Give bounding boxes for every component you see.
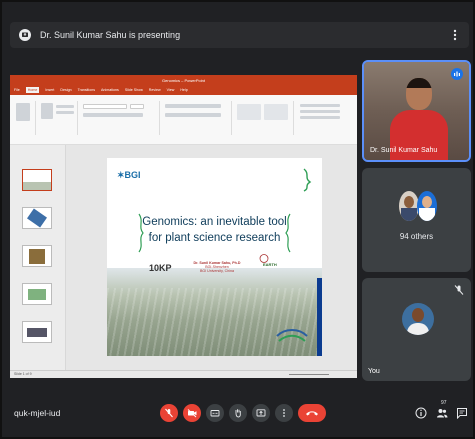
slide-blue-side-bar — [317, 278, 322, 356]
participant-tile-self[interactable]: You — [362, 278, 471, 381]
ribbon-group-drawing — [234, 101, 294, 135]
chat-icon[interactable] — [456, 407, 468, 419]
more-vertical-icon — [283, 409, 285, 417]
others-count-label: 94 others — [399, 232, 434, 241]
audio-level-icon — [451, 68, 463, 80]
hang-up-icon — [306, 411, 318, 416]
replace-icon — [300, 110, 340, 113]
new-slide-icon — [41, 103, 53, 119]
more-options-button[interactable] — [275, 404, 293, 422]
meeting-details-icon[interactable] — [415, 407, 427, 419]
present-screen-icon — [19, 29, 31, 41]
present-icon — [256, 409, 266, 417]
ribbon-group-paragraph — [162, 101, 232, 135]
ppt-tab-slide-show[interactable]: Slide Show — [125, 88, 143, 92]
slide-thumbnail-5[interactable] — [22, 321, 52, 343]
ppt-tab-insert[interactable]: Insert — [45, 88, 54, 92]
slide-thumbnail-3[interactable] — [22, 245, 52, 267]
find-icon — [300, 104, 340, 107]
participant-count-badge: 97 — [441, 400, 447, 406]
ppt-tab-review[interactable]: Review — [149, 88, 161, 92]
font-name-box — [83, 104, 127, 109]
slide-thumbnail-2[interactable] — [22, 207, 52, 229]
quick-styles-icon — [264, 104, 288, 120]
font-format-icons — [83, 113, 143, 117]
self-avatar — [402, 303, 434, 335]
self-label: You — [368, 368, 380, 375]
paste-icon — [16, 103, 30, 121]
ribbon-group-font — [80, 101, 160, 135]
muted-mic-icon — [454, 285, 464, 295]
participant-tile-others[interactable]: 94 others — [362, 168, 471, 272]
present-now-button[interactable] — [252, 404, 270, 422]
font-size-box — [130, 104, 144, 109]
slide-thumbnail-4[interactable] — [22, 283, 52, 305]
slide-thumbnail-pane — [10, 145, 66, 370]
university-seal-icon — [276, 329, 308, 342]
presenter-name-label: Dr. Sunil Kumar Sahu — [370, 147, 438, 154]
more-options-icon[interactable] — [449, 28, 461, 42]
list-icons — [165, 104, 221, 108]
slide-title-line-1: Genomics: an inevitable tool — [142, 216, 287, 228]
hand-icon — [235, 409, 241, 418]
participant-tile-presenter[interactable]: Dr. Sunil Kumar Sahu — [362, 60, 471, 162]
captions-button[interactable] — [206, 404, 224, 422]
presenting-text: Dr. Sunil Kumar Sahu is presenting — [40, 30, 181, 40]
author-affiliation-2: BGI University, China — [199, 269, 235, 273]
captions-icon — [210, 410, 220, 417]
ppt-window-title: Genomics – PowerPoint — [162, 77, 205, 83]
ppt-ribbon — [10, 95, 357, 145]
ribbon-group-editing — [296, 101, 354, 135]
slide-thumbnail-1[interactable] — [22, 169, 52, 191]
ppt-tab-file[interactable]: File — [14, 88, 20, 92]
raise-hand-button[interactable] — [229, 404, 247, 422]
ppt-tab-view[interactable]: View — [167, 88, 175, 92]
others-avatar-1 — [399, 191, 419, 221]
align-icons — [165, 113, 221, 117]
leave-call-button[interactable] — [298, 404, 326, 422]
ribbon-group-slides — [38, 101, 78, 135]
ppt-tab-animations[interactable]: Animations — [101, 88, 119, 92]
presenter-face — [406, 78, 432, 110]
zoom-slider[interactable] — [289, 374, 329, 375]
presenting-banner: Dr. Sunil Kumar Sahu is presenting — [10, 22, 469, 48]
bgi-logo: ✶BGI — [117, 170, 141, 180]
ppt-tab-transitions[interactable]: Transitions — [78, 88, 95, 92]
meeting-controls-bar: quk-mjel-iud 97 — [2, 390, 475, 434]
reset-icon — [56, 111, 74, 114]
ppt-titlebar: Genomics – PowerPoint — [10, 75, 357, 85]
mic-toggle-button[interactable] — [160, 404, 178, 422]
ppt-ribbon-tabs: File Home Insert Design Transitions Animation… — [10, 85, 357, 95]
ppt-status-text: Slide 1 of 9 — [14, 372, 32, 376]
ppt-tab-design[interactable]: Design — [60, 88, 71, 92]
camera-off-icon — [187, 409, 197, 418]
shapes-gallery — [237, 104, 261, 120]
dna-helix-icon — [303, 168, 312, 192]
meeting-code: quk-mjel-iud — [14, 408, 61, 418]
slide-title-line-2: for plant science research — [148, 232, 281, 244]
slide-author-block: Dr. Sunil Kumar Sahu, Ph.D BGI-Shenzhen … — [189, 261, 245, 273]
ppt-tab-help[interactable]: Help — [180, 88, 187, 92]
select-icon — [300, 116, 340, 119]
camera-toggle-button[interactable] — [183, 404, 201, 422]
shared-screen-powerpoint: Genomics – PowerPoint File Home Insert Desi… — [10, 75, 357, 378]
slide-editing-canvas: ✶BGI Genomics: an inevitable tool for pl… — [66, 145, 357, 370]
mic-off-icon — [165, 408, 173, 418]
people-icon[interactable] — [436, 407, 448, 419]
earth-biogenome-logo-text: EARTH — [263, 262, 277, 267]
others-avatar-2 — [417, 191, 437, 221]
ribbon-group-clipboard — [12, 101, 36, 135]
ppt-tab-home[interactable]: Home — [25, 87, 40, 93]
layout-icon — [56, 105, 74, 108]
meet-window: Dr. Sunil Kumar Sahu is presenting Genom… — [0, 0, 475, 439]
10kp-logo: 10KP — [149, 263, 172, 273]
ppt-status-bar: Slide 1 of 9 — [10, 370, 357, 378]
current-slide: ✶BGI Genomics: an inevitable tool for pl… — [107, 158, 322, 356]
